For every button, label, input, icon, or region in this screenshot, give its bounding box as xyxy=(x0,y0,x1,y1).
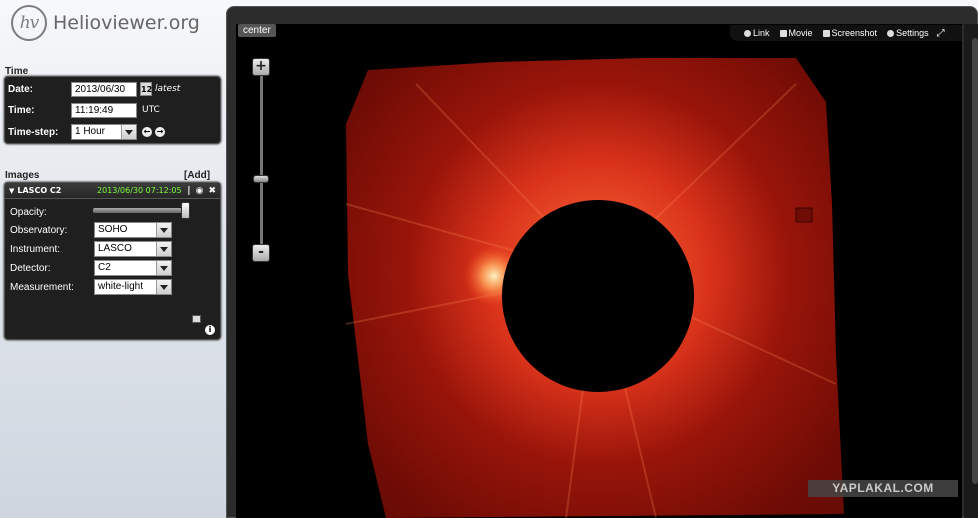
zoom-slider-track[interactable] xyxy=(260,76,263,244)
date-input[interactable]: 2013/06/30 xyxy=(71,81,137,97)
detector-select[interactable]: C2 xyxy=(94,260,172,276)
detector-label: Detector: xyxy=(10,262,51,274)
observatory-value: SOHO xyxy=(98,224,128,235)
measurement-select[interactable]: white-light xyxy=(94,279,172,295)
timestep-value: 1 Hour xyxy=(75,126,106,137)
layer-panel: ▼ LASCO C2 2013/06/30 07:12:05 | ◉ ✖ Opa… xyxy=(4,182,221,340)
collapse-triangle-icon[interactable]: ▼ xyxy=(9,187,14,195)
opacity-slider-handle[interactable] xyxy=(181,202,190,219)
detector-row: Detector: C2 xyxy=(10,259,172,277)
opacity-label: Opacity: xyxy=(10,206,47,218)
occulter-disk xyxy=(502,200,694,392)
observatory-select[interactable]: SOHO xyxy=(94,222,172,238)
gear-icon xyxy=(887,29,895,37)
opacity-row: Opacity: xyxy=(10,203,94,221)
image-download-icon[interactable] xyxy=(192,315,201,323)
side-drawer-handle[interactable] xyxy=(964,24,978,518)
info-icon[interactable]: i xyxy=(205,325,215,335)
instrument-value: LASCO xyxy=(98,243,132,254)
app-logo[interactable]: hv Helioviewer.org xyxy=(11,5,200,41)
time-panel: Date: 2013/06/30 12 latest Time: 11:19:4… xyxy=(4,76,221,144)
zoom-slider-handle[interactable] xyxy=(253,175,269,183)
app-title: Helioviewer.org xyxy=(53,12,200,34)
time-input[interactable]: 11:19:49 xyxy=(71,102,137,118)
layer-title: LASCO C2 xyxy=(17,186,62,195)
link-icon xyxy=(744,29,751,37)
close-icon[interactable]: ✖ xyxy=(208,186,216,196)
instrument-row: Instrument: LASCO xyxy=(10,240,172,258)
observatory-row: Observatory: SOHO xyxy=(10,221,172,239)
observatory-label: Observatory: xyxy=(10,224,68,236)
utc-label: UTC xyxy=(142,105,160,115)
movie-label: Movie xyxy=(788,28,813,38)
timestep-label: Time-step: xyxy=(8,126,59,138)
chevron-down-icon xyxy=(156,223,171,237)
detector-value: C2 xyxy=(98,262,111,273)
add-layer-link[interactable]: [Add] xyxy=(184,170,210,181)
viewport-toolbar: Link Movie Screenshot Settings ⤢ xyxy=(730,25,962,41)
link-button[interactable]: Link xyxy=(744,28,770,38)
solar-viewport[interactable] xyxy=(236,24,962,518)
step-forward-icon[interactable]: → xyxy=(155,127,165,137)
screenshot-label: Screenshot xyxy=(831,28,878,38)
center-button[interactable]: center xyxy=(238,24,276,37)
opacity-slider-track[interactable] xyxy=(93,208,187,213)
step-back-icon[interactable]: ← xyxy=(142,127,152,137)
zoom-in-button[interactable]: + xyxy=(252,58,270,76)
layer-header[interactable]: ▼ LASCO C2 2013/06/30 07:12:05 | ◉ ✖ xyxy=(5,183,220,199)
timestep-row: Time-step: 1 Hour ← → xyxy=(8,123,165,141)
measurement-value: white-light xyxy=(98,281,144,292)
calendar-icon[interactable]: 12 xyxy=(140,82,152,96)
measurement-row: Measurement: white-light xyxy=(10,278,172,296)
images-section-label: Images xyxy=(5,170,40,181)
movie-button[interactable]: Movie xyxy=(779,28,813,38)
layer-tools: | ◉ ✖ xyxy=(187,186,216,196)
time-row: Time: 11:19:49 UTC xyxy=(8,101,160,119)
date-row: Date: 2013/06/30 12 latest xyxy=(8,80,180,98)
chevron-down-icon xyxy=(156,280,171,294)
layer-date: 2013/06/30 07:12:05 xyxy=(97,186,182,195)
settings-button[interactable]: Settings xyxy=(887,28,929,38)
screenshot-button[interactable]: Screenshot xyxy=(822,28,878,38)
separator-icon: | xyxy=(187,185,191,196)
lasco-c2-image xyxy=(345,58,844,518)
settings-label: Settings xyxy=(896,28,929,38)
fullscreen-icon[interactable]: ⤢ xyxy=(937,28,945,39)
instrument-label: Instrument: xyxy=(10,243,61,255)
chevron-down-icon xyxy=(156,242,171,256)
timestep-select[interactable]: 1 Hour xyxy=(71,124,137,140)
date-label: Date: xyxy=(8,83,34,95)
pylon-artifact xyxy=(795,207,813,223)
visibility-eye-icon[interactable]: ◉ xyxy=(196,186,204,196)
latest-link[interactable]: latest xyxy=(155,84,180,94)
screenshot-icon xyxy=(822,29,830,37)
measurement-label: Measurement: xyxy=(10,281,74,293)
chevron-down-icon xyxy=(121,125,136,139)
movie-icon xyxy=(779,29,787,37)
zoom-out-button[interactable]: - xyxy=(252,244,270,262)
time-label: Time: xyxy=(8,104,35,116)
watermark: YAPLAKAL.COM xyxy=(808,480,958,497)
instrument-select[interactable]: LASCO xyxy=(94,241,172,257)
link-label: Link xyxy=(753,28,770,38)
chevron-down-icon xyxy=(156,261,171,275)
hv-logo-icon: hv xyxy=(11,5,47,41)
